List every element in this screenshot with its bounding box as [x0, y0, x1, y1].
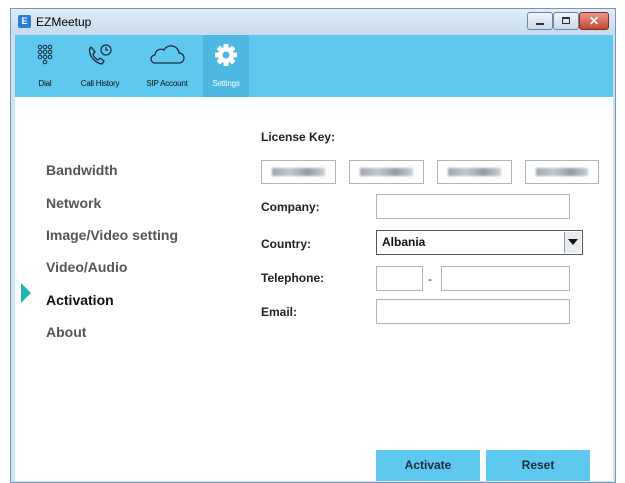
country-selected-value: Albania [382, 235, 426, 249]
license-key-field-1[interactable] [261, 160, 336, 184]
email-label: Email: [261, 305, 298, 319]
maximize-button[interactable] [553, 12, 579, 30]
app-icon: E [18, 15, 31, 28]
nav-item-video-audio[interactable]: Video/Audio [46, 259, 127, 275]
gear-icon [215, 44, 237, 66]
telephone-number-field[interactable] [441, 266, 570, 291]
license-key-label: License Key: [261, 130, 336, 144]
toolbar-call-history[interactable]: Call History [69, 35, 131, 97]
nav-item-bandwidth[interactable]: Bandwidth [46, 162, 118, 178]
redacted-value [360, 168, 413, 176]
telephone-separator: - [428, 272, 432, 286]
cloud-icon [150, 45, 185, 64]
toolbar-dial-label: Dial [38, 79, 52, 88]
license-key-field-2[interactable] [349, 160, 424, 184]
telephone-area-code-field[interactable] [376, 266, 423, 291]
minimize-button[interactable] [527, 12, 553, 30]
settings-panel: Bandwidth Network Image/Video setting Vi… [15, 97, 613, 481]
country-dropdown-button[interactable] [564, 232, 581, 253]
minimize-icon [536, 23, 544, 25]
title-bar[interactable]: E EZMeetup ✕ [11, 9, 615, 35]
active-nav-marker [21, 283, 31, 303]
country-select[interactable]: Albania [376, 230, 583, 255]
toolbar-settings[interactable]: Settings [203, 35, 249, 97]
toolbar-sip-account[interactable]: SIP Account [137, 35, 197, 97]
activate-button[interactable]: Activate [376, 450, 480, 481]
telephone-label: Telephone: [261, 271, 325, 285]
nav-item-about[interactable]: About [46, 324, 86, 340]
license-key-field-4[interactable] [525, 160, 599, 184]
country-label: Country: [261, 237, 311, 251]
maximize-icon [562, 17, 570, 24]
toolbar-call-history-label: Call History [80, 79, 120, 88]
license-key-field-3[interactable] [437, 160, 512, 184]
toolbar-settings-label: Settings [212, 79, 240, 88]
reset-button[interactable]: Reset [486, 450, 590, 481]
redacted-value [448, 168, 501, 176]
close-icon: ✕ [588, 14, 600, 28]
chevron-down-icon [568, 239, 578, 245]
company-field[interactable] [376, 194, 570, 219]
company-label: Company: [261, 200, 320, 214]
close-button[interactable]: ✕ [579, 12, 609, 30]
toolbar-sip-account-label: SIP Account [146, 79, 188, 88]
nav-item-image-video-setting[interactable]: Image/Video setting [46, 227, 178, 243]
toolbar-dial[interactable]: Dial [25, 35, 65, 97]
email-field[interactable] [376, 299, 570, 324]
redacted-value [536, 168, 588, 176]
call-history-icon [88, 44, 112, 65]
dialpad-icon [37, 44, 53, 65]
nav-item-activation[interactable]: Activation [46, 292, 114, 308]
nav-item-network[interactable]: Network [46, 195, 101, 211]
main-toolbar: Dial Call History SIP Account Settings [15, 35, 613, 97]
redacted-value [272, 168, 325, 176]
app-window: E EZMeetup ✕ Dial Call History SIP Accou… [10, 8, 616, 483]
window-title: EZMeetup [36, 15, 92, 29]
